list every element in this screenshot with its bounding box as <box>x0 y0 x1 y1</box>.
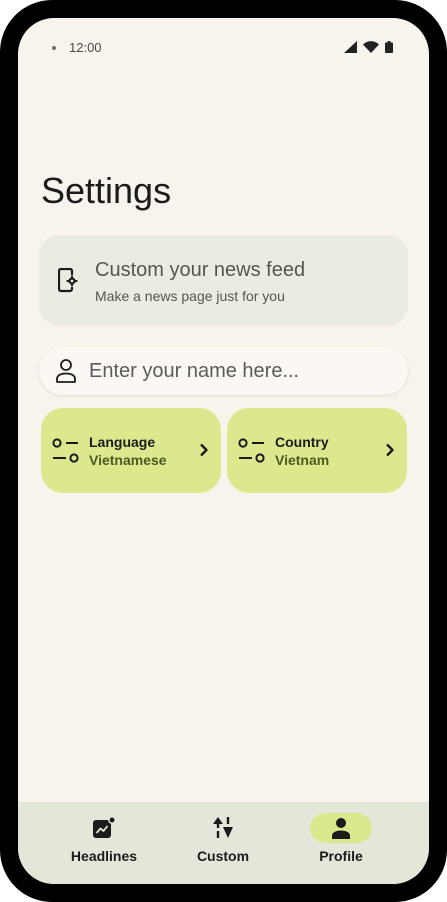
nav-item-headlines[interactable]: Headlines <box>49 802 159 884</box>
tune-icon <box>52 438 79 463</box>
language-value: Vietnamese <box>89 452 167 468</box>
wifi-icon <box>363 41 379 53</box>
person-icon <box>332 818 350 839</box>
battery-icon <box>385 41 393 53</box>
country-value: Vietnam <box>275 452 330 468</box>
signal-icon <box>344 41 357 53</box>
notification-dot-icon <box>52 46 56 50</box>
person-outline-icon <box>56 359 76 383</box>
country-option-card[interactable]: Country Vietnam <box>227 408 407 493</box>
nav-item-custom[interactable]: Custom <box>168 802 278 884</box>
country-label: Country <box>275 434 329 450</box>
name-input-container[interactable] <box>39 347 408 395</box>
app-screen: 12:00 Settings Custom your news feed Mak… <box>18 18 429 884</box>
status-time: 12:00 <box>69 40 102 55</box>
chevron-right-icon <box>386 443 394 457</box>
phone-frame: 12:00 Settings Custom your news feed Mak… <box>0 0 447 902</box>
name-input[interactable] <box>89 347 389 395</box>
chevron-right-icon <box>200 443 208 457</box>
shapes-icon <box>213 817 233 838</box>
feed-card-subtitle: Make a news page just for you <box>95 288 285 304</box>
nav-label-profile: Profile <box>319 848 363 864</box>
nav-label-headlines: Headlines <box>70 848 138 864</box>
page-title: Settings <box>41 170 172 211</box>
tune-icon <box>238 438 265 463</box>
language-option-card[interactable]: Language Vietnamese <box>41 408 221 493</box>
nav-label-custom: Custom <box>196 848 250 864</box>
status-icons <box>344 40 393 54</box>
trending-icon <box>93 817 115 838</box>
phone-settings-icon <box>58 268 78 293</box>
status-bar: 12:00 <box>18 18 429 78</box>
feed-card-title: Custom your news feed <box>95 259 306 281</box>
nav-item-profile[interactable]: Profile <box>286 802 396 884</box>
custom-feed-card[interactable]: Custom your news feed Make a news page j… <box>39 235 408 326</box>
bottom-navigation: Headlines Custom Profile <box>18 802 429 884</box>
language-label: Language <box>89 434 156 450</box>
